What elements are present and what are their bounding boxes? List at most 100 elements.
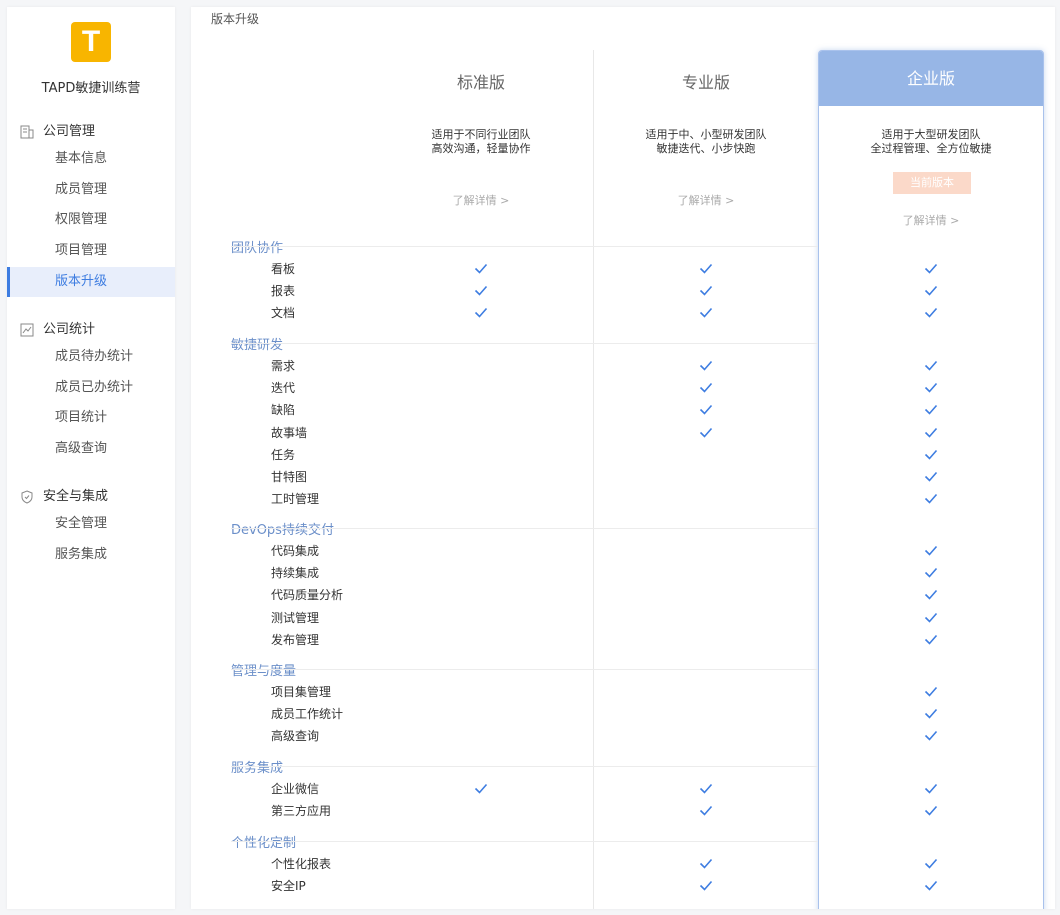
column-divider	[593, 50, 594, 909]
feature-label: 发布管理	[271, 632, 320, 647]
nav-group-title: 公司管理	[7, 120, 175, 144]
sidebar-item-project-management[interactable]: 项目管理	[7, 236, 175, 267]
sidebar-item-permission-management[interactable]: 权限管理	[7, 205, 175, 236]
plan-name-standard: 标准版	[456, 73, 505, 92]
sidebar-item-member-management[interactable]: 成员管理	[7, 175, 175, 206]
sidebar: T TAPD敏捷训练营 公司管理 基本信息 成员管理 权限管理 项目管理 版本升…	[7, 7, 175, 909]
check-icon-ent	[924, 383, 938, 393]
category-divider	[231, 343, 818, 344]
feature-label: 文档	[271, 306, 296, 321]
sidebar-item-member-done-stats[interactable]: 成员已办统计	[7, 373, 175, 404]
feature-label: 需求	[271, 359, 296, 373]
page-title: 版本升级	[211, 12, 260, 26]
feature-label: 高级查询	[271, 729, 320, 744]
check-icon-std	[474, 263, 488, 274]
feature-label: 缺陷	[271, 403, 296, 418]
feature-label: 甘特图	[271, 470, 308, 484]
check-icon-std	[474, 783, 488, 794]
check-icon-ent	[924, 783, 938, 794]
tapd-logo: T	[71, 22, 111, 62]
check-icon-std	[474, 286, 488, 296]
sidebar-item-project-stats[interactable]: 项目统计	[7, 403, 175, 434]
check-icon-ent	[924, 686, 938, 697]
sidebar-item-advanced-query[interactable]: 高级查询	[7, 434, 175, 465]
sidebar-item-version-upgrade[interactable]: 版本升级	[7, 266, 175, 298]
plan-desc-standard-1: 适用于不同行业团队	[431, 128, 531, 141]
check-icon-ent	[924, 471, 938, 482]
check-icon-pro	[699, 308, 713, 319]
feature-label: 个性化报表	[271, 857, 332, 871]
current-version-badge: 当前版本	[893, 172, 971, 194]
shield-icon	[21, 490, 33, 504]
check-icon-pro	[699, 427, 713, 438]
check-icon-ent	[924, 568, 938, 578]
plan-desc-professional-1: 适用于中、小型研发团队	[645, 128, 767, 141]
feature-label: 企业微信	[271, 782, 320, 796]
check-icon-pro	[699, 858, 713, 869]
learn-more-link-enterprise[interactable]: 了解详情 >	[819, 212, 1043, 228]
plan-desc-enterprise-2: 全过程管理、全方位敏捷	[870, 142, 992, 155]
plan-desc-enterprise-1: 适用于大型研发团队	[881, 128, 981, 141]
feature-label: 故事墙	[271, 425, 308, 440]
feature-label: 安全IP	[271, 879, 306, 894]
feature-label: 代码质量分析	[271, 588, 344, 603]
check-icon-ent	[924, 858, 938, 869]
category-divider	[231, 528, 818, 529]
nav-group-title: 公司统计	[7, 318, 175, 342]
check-icon-ent	[924, 612, 938, 623]
check-icon-ent	[924, 405, 938, 416]
check-icon-ent	[924, 494, 938, 504]
feature-label: 迭代	[271, 381, 296, 396]
check-icon-ent	[924, 881, 938, 891]
check-icon-ent	[924, 427, 938, 438]
nav-group-title: 安全与集成	[7, 485, 175, 509]
check-icon-ent	[924, 263, 938, 274]
main-panel: 版本升级 标准版 适用于不同行业团队 高效沟通，轻量协作 了解详情 > 专业版 …	[191, 7, 1055, 909]
feature-label: 项目集管理	[271, 685, 332, 699]
nav-group-company-management: 公司管理 基本信息 成员管理 权限管理 项目管理 版本升级	[7, 120, 175, 298]
check-icon-ent	[924, 308, 938, 319]
learn-more-link-professional[interactable]: 了解详情 >	[594, 192, 818, 208]
category-divider	[231, 669, 818, 670]
check-icon-pro	[699, 263, 713, 274]
check-icon-pro	[699, 881, 713, 891]
check-icon-ent	[924, 634, 938, 645]
check-icon-ent	[924, 806, 938, 816]
check-icon-ent	[924, 709, 938, 719]
plan-desc-professional-2: 敏捷迭代、小步快跑	[656, 142, 756, 155]
feature-label: 测试管理	[271, 610, 320, 625]
check-icon-ent	[924, 286, 938, 296]
nav-group-security-integration: 安全与集成 安全管理 服务集成	[7, 485, 175, 570]
feature-label: 成员工作统计	[271, 707, 344, 722]
learn-more-link-standard[interactable]: 了解详情 >	[369, 192, 593, 208]
check-icon-pro	[699, 783, 713, 794]
feature-label: 任务	[271, 447, 296, 462]
category-divider	[231, 246, 818, 247]
check-icon-pro	[699, 286, 713, 296]
check-icon-ent	[924, 449, 938, 460]
company-name: TAPD敏捷训练营	[41, 81, 141, 96]
sidebar-item-basic-info[interactable]: 基本信息	[7, 144, 175, 175]
check-icon-pro	[699, 360, 713, 371]
sidebar-item-security-management[interactable]: 安全管理	[7, 509, 175, 540]
check-icon-ent	[924, 360, 938, 371]
nav-group-company-statistics: 公司统计 成员待办统计 成员已办统计 项目统计 高级查询	[7, 318, 175, 465]
check-icon-std	[474, 308, 488, 319]
check-icon-ent	[924, 590, 938, 601]
check-icon-ent	[924, 545, 938, 556]
feature-label: 第三方应用	[271, 804, 332, 819]
check-icon-pro	[699, 806, 713, 816]
check-icon-ent	[924, 731, 938, 742]
plan-desc-standard-2: 高效沟通，轻量协作	[431, 142, 531, 155]
company-icon	[20, 125, 34, 139]
sidebar-item-service-integration[interactable]: 服务集成	[7, 540, 175, 571]
plan-name-enterprise: 企业版	[819, 51, 1043, 106]
check-icon-pro	[699, 405, 713, 416]
sidebar-item-member-todo-stats[interactable]: 成员待办统计	[7, 342, 175, 373]
feature-label: 代码集成	[271, 544, 320, 558]
feature-label: 报表	[271, 284, 296, 299]
feature-label: 工时管理	[271, 492, 320, 507]
feature-label: 看板	[271, 262, 296, 276]
category-divider	[231, 766, 818, 767]
check-icon-pro	[699, 383, 713, 393]
